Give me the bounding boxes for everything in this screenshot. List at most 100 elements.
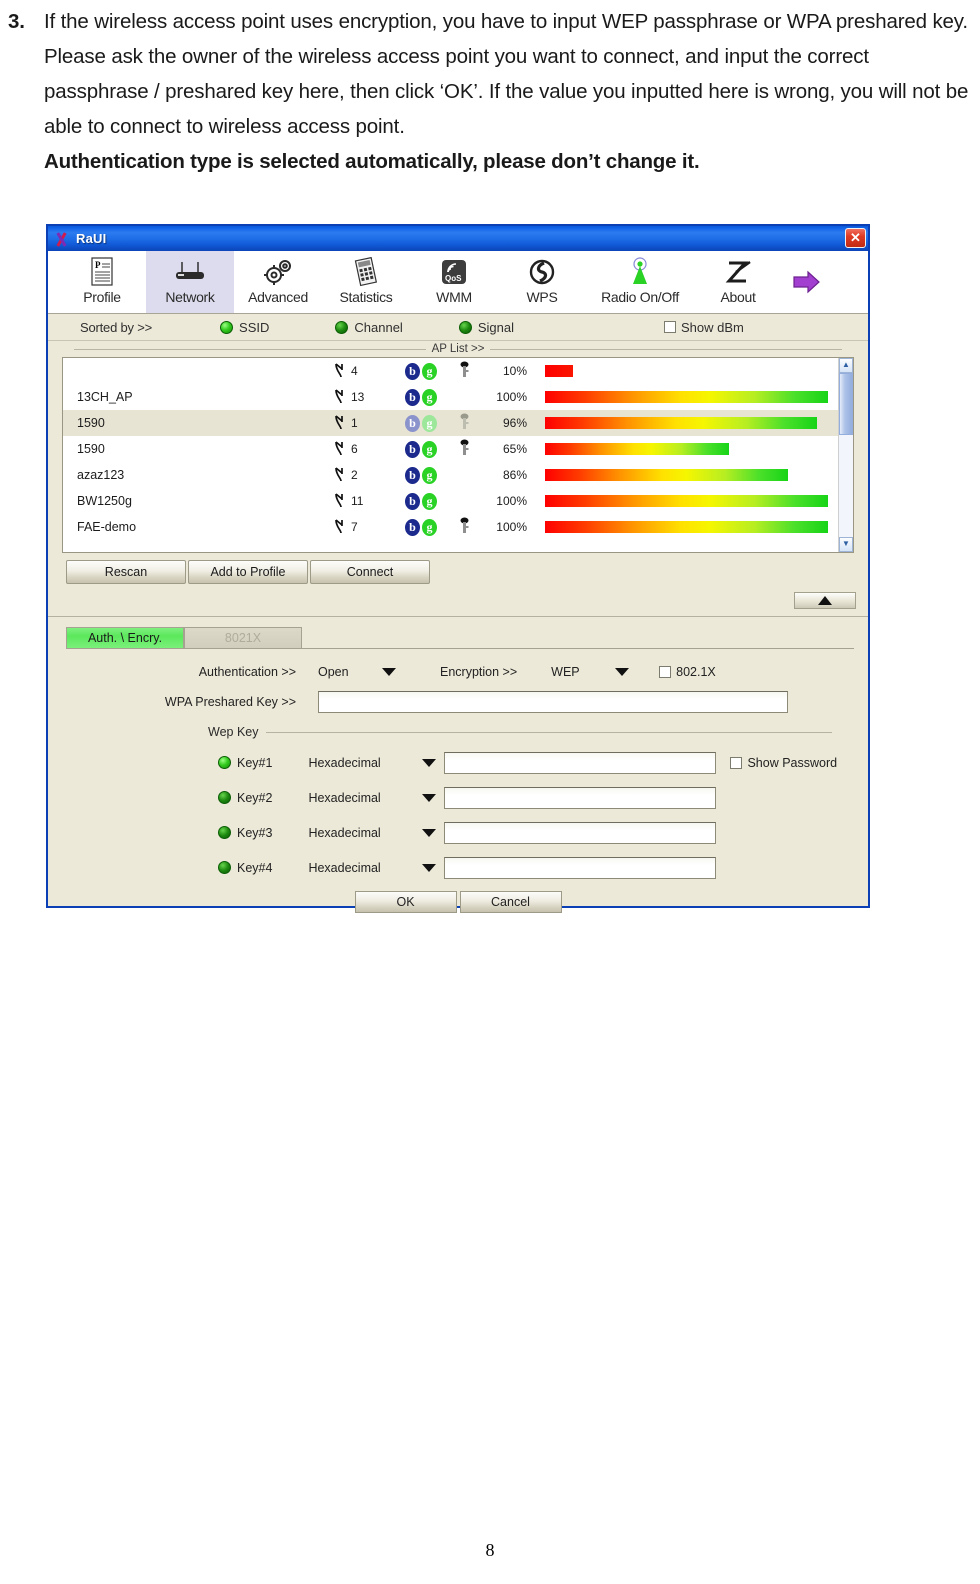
ap-channel: 13 xyxy=(333,388,405,407)
ap-modes: bg xyxy=(405,414,451,432)
sort-option-ssid[interactable]: SSID xyxy=(220,320,269,335)
wpa-preshared-key-input[interactable] xyxy=(318,691,788,713)
toolbar-item-wps[interactable]: WPS xyxy=(498,251,586,313)
sort-option-channel-label: Channel xyxy=(354,319,403,335)
ap-list-row[interactable]: FAE-demo 7 b g 100% xyxy=(63,514,838,540)
toolbar-item-advanced[interactable]: Advanced xyxy=(234,251,322,313)
wpa-preshared-key-row: WPA Preshared Key >> xyxy=(48,685,868,719)
toolbar-item-network[interactable]: Network xyxy=(146,251,234,313)
wep-key-input-2[interactable] xyxy=(444,786,717,809)
ap-signal-bar xyxy=(545,417,817,429)
ap-list-row[interactable]: BW1250g 11 b g 100% xyxy=(63,488,838,514)
authentication-dropdown[interactable]: Open xyxy=(318,665,396,679)
close-icon[interactable]: ✕ xyxy=(845,228,866,248)
lock-icon xyxy=(459,517,470,537)
ap-signal-percent: 100% xyxy=(496,494,527,508)
toolbar-item-profile[interactable]: P Profile xyxy=(58,251,146,313)
scroll-down-icon[interactable]: ▼ xyxy=(839,537,853,552)
instruction-bold-note: Authentication type is selected automati… xyxy=(44,150,700,173)
checkbox-box-icon xyxy=(659,666,672,678)
scrollbar-track[interactable] xyxy=(839,373,853,537)
wep-key-format-value: Hexadecimal xyxy=(308,790,381,805)
dot1x-checkbox[interactable]: 802.1X xyxy=(659,665,716,679)
mode-b-badge: b xyxy=(405,466,420,484)
wep-key-radio-2[interactable]: Key#2 xyxy=(218,791,272,805)
wep-key-row: Key#1 Hexadecimal Show Password xyxy=(48,745,868,780)
wep-key-input-3[interactable] xyxy=(444,821,717,844)
wep-key-input-4[interactable] xyxy=(444,856,717,879)
wep-key-format-dropdown-2[interactable]: Hexadecimal xyxy=(308,790,437,805)
wep-key-format-dropdown-1[interactable]: Hexadecimal xyxy=(308,756,437,770)
toolbar-item-wmm[interactable]: QoS WMM xyxy=(410,251,498,313)
wep-key-input-1[interactable] xyxy=(444,751,717,774)
collapse-arrow-icon[interactable] xyxy=(794,592,856,609)
scrollbar-thumb[interactable] xyxy=(839,373,853,435)
show-dbm-checkbox[interactable]: Show dBm xyxy=(663,320,744,335)
show-password-checkbox[interactable]: Show Password xyxy=(730,756,837,770)
wep-key-format-dropdown-3[interactable]: Hexadecimal xyxy=(308,826,437,840)
ap-action-buttons: Rescan Add to Profile Connect xyxy=(48,553,868,584)
wep-key-format-dropdown-4[interactable]: Hexadecimal xyxy=(308,861,437,875)
chevron-down-icon xyxy=(422,758,437,767)
ap-modes: bg xyxy=(405,518,451,536)
add-to-profile-button[interactable]: Add to Profile xyxy=(188,560,308,584)
authentication-value: Open xyxy=(318,665,349,679)
wep-key-radio-1[interactable]: Key#1 xyxy=(218,756,272,770)
chevron-down-icon xyxy=(615,668,630,676)
mode-b-badge: b xyxy=(405,440,420,458)
ok-button[interactable]: OK xyxy=(354,891,457,913)
ap-ssid: 1590 xyxy=(77,442,105,456)
ap-channel-number: 1 xyxy=(351,416,358,430)
expand-arrow-icon[interactable] xyxy=(782,251,832,313)
lock-icon xyxy=(459,413,470,433)
tab-8021x[interactable]: 8021X xyxy=(184,627,302,648)
sort-option-channel[interactable]: Channel xyxy=(335,319,403,335)
wep-key-label: Key#4 xyxy=(237,860,273,875)
ap-list-row[interactable]: 13CH_AP 13 b g 100% xyxy=(63,384,838,410)
cancel-button[interactable]: Cancel xyxy=(459,891,562,913)
tab-auth-encry[interactable]: Auth. \ Encry. xyxy=(66,627,184,648)
ap-signal-percent: 86% xyxy=(502,468,527,482)
wmm-qos-icon: QoS xyxy=(436,256,472,288)
ralink-logo-icon xyxy=(54,231,70,247)
ap-channel: 7 xyxy=(333,518,405,537)
radio-led-icon xyxy=(218,791,231,804)
wep-key-group-header: Wep Key xyxy=(48,719,868,745)
encryption-dropdown[interactable]: WEP xyxy=(551,665,630,679)
ap-channel: 6 xyxy=(333,440,405,459)
ap-signal-percent: 96% xyxy=(502,416,527,430)
mode-g-badge: g xyxy=(422,492,437,510)
statistics-calculator-icon xyxy=(348,256,384,288)
wep-key-label: Key#2 xyxy=(237,790,273,805)
ap-modes: bg xyxy=(405,492,451,510)
ap-list-scrollbar[interactable]: ▲ ▼ xyxy=(838,358,853,552)
ap-signal-bar-cell xyxy=(535,443,838,455)
toolbar-label-radio-on-off: Radio On/Off xyxy=(601,289,679,305)
sort-option-signal[interactable]: Signal xyxy=(458,320,514,335)
ap-channel: 4 xyxy=(333,362,405,381)
ap-channel-number: 13 xyxy=(351,390,365,404)
toolbar-item-radio-on-off[interactable]: Radio On/Off xyxy=(586,251,694,313)
ap-signal-percent: 100% xyxy=(496,520,527,534)
toolbar-item-statistics[interactable]: Statistics xyxy=(322,251,410,313)
wep-key-radio-4[interactable]: Key#4 xyxy=(218,861,272,875)
toolbar-label-advanced: Advanced xyxy=(248,289,308,305)
ap-list-row[interactable]: 1590 6 b g 65% xyxy=(63,436,838,462)
toolbar-label-wps: WPS xyxy=(526,289,558,305)
lock-icon xyxy=(459,361,470,381)
connect-button[interactable]: Connect xyxy=(310,560,430,584)
rescan-button[interactable]: Rescan xyxy=(66,560,186,584)
ap-security xyxy=(451,517,477,537)
scroll-up-icon[interactable]: ▲ xyxy=(839,358,853,373)
wep-key-radio-3[interactable]: Key#3 xyxy=(218,826,272,840)
ap-list-row[interactable]: 1590 1 b g 96% xyxy=(63,410,838,436)
ap-channel-number: 4 xyxy=(351,364,358,378)
ap-list-row[interactable]: 4 b g 10% xyxy=(63,358,838,384)
collapse-row xyxy=(48,584,868,609)
wpa-preshared-key-label: WPA Preshared Key >> xyxy=(164,695,296,709)
wep-key-row: Key#3 Hexadecimal xyxy=(48,815,868,850)
ap-list-row[interactable]: azaz123 2 b g 86% xyxy=(63,462,838,488)
toolbar-item-about[interactable]: About xyxy=(694,251,782,313)
document-text-block: 3. If the wireless access point uses enc… xyxy=(0,0,980,179)
ap-signal-bar xyxy=(545,365,574,377)
